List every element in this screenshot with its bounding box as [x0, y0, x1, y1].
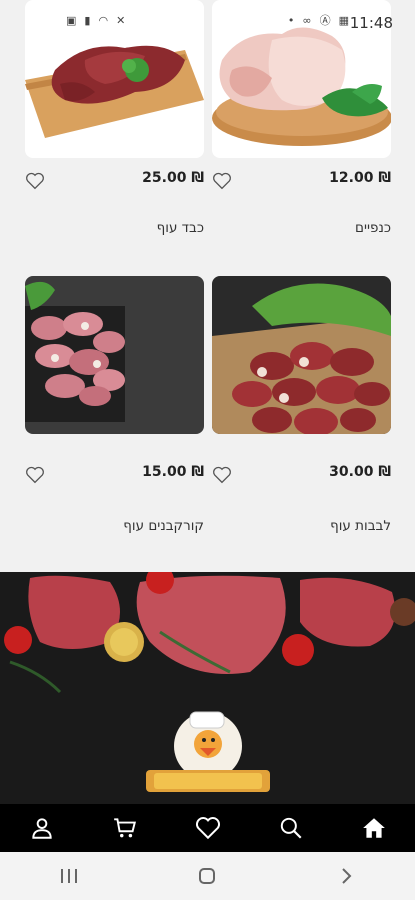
wifi-icon: ◠ [98, 14, 109, 27]
product-name[interactable]: קורקבנים עוף [25, 518, 204, 534]
dot-icon: • [287, 14, 295, 27]
price: 25.00 ₪ [142, 170, 204, 186]
price-row: 30.00 ₪ [212, 464, 391, 488]
status-right-icons: • ∞ Ⓐ ▦ [288, 15, 349, 27]
lock-icon: ▣ [66, 14, 77, 27]
price-row: 15.00 ₪ [25, 464, 204, 488]
search-icon[interactable] [271, 808, 311, 848]
chicken-gizzards-photo[interactable] [25, 276, 204, 434]
product-name[interactable]: לבבות עוף [212, 518, 391, 534]
mute-icon: ✕ [116, 14, 126, 27]
bottom-nav [0, 804, 415, 852]
status-bar: ▣ ▮ ◠ ✕ • ∞ Ⓐ ▦ 11:48 [0, 0, 415, 40]
heart-icon[interactable] [188, 808, 228, 848]
heart-icon[interactable] [212, 172, 232, 190]
heart-icon[interactable] [25, 172, 45, 190]
product-card[interactable]: 30.00 ₪ לבבות עוף [212, 276, 391, 534]
recent-apps-icon[interactable] [49, 856, 89, 896]
cart-icon[interactable] [105, 808, 145, 848]
heart-icon[interactable] [25, 466, 45, 484]
promo-banner [0, 572, 415, 804]
price-row: 25.00 ₪ [25, 170, 204, 194]
price: 15.00 ₪ [142, 464, 204, 480]
status-time: 11:48 [349, 14, 393, 32]
status-left-icons: ▣ ▮ ◠ ✕ [66, 15, 125, 27]
home-icon[interactable] [354, 808, 394, 848]
back-icon[interactable] [326, 856, 366, 896]
product-name[interactable]: כבד עוף [25, 220, 204, 236]
system-nav-bar [0, 852, 415, 900]
heart-icon[interactable] [212, 466, 232, 484]
product-card[interactable]: 15.00 ₪ קורקבנים עוף [25, 276, 204, 534]
image-icon: ▦ [338, 14, 349, 27]
price: 30.00 ₪ [329, 464, 391, 480]
signal-icon: ▮ [84, 14, 91, 27]
price: 12.00 ₪ [329, 170, 391, 186]
app-icon: Ⓐ [319, 14, 331, 27]
home-button-icon[interactable] [187, 856, 227, 896]
price-row: 12.00 ₪ [212, 170, 391, 194]
profile-icon[interactable] [22, 808, 62, 848]
product-name[interactable]: כנפיים [212, 220, 391, 236]
chicken-hearts-photo[interactable] [212, 276, 391, 434]
link-icon: ∞ [302, 14, 312, 27]
